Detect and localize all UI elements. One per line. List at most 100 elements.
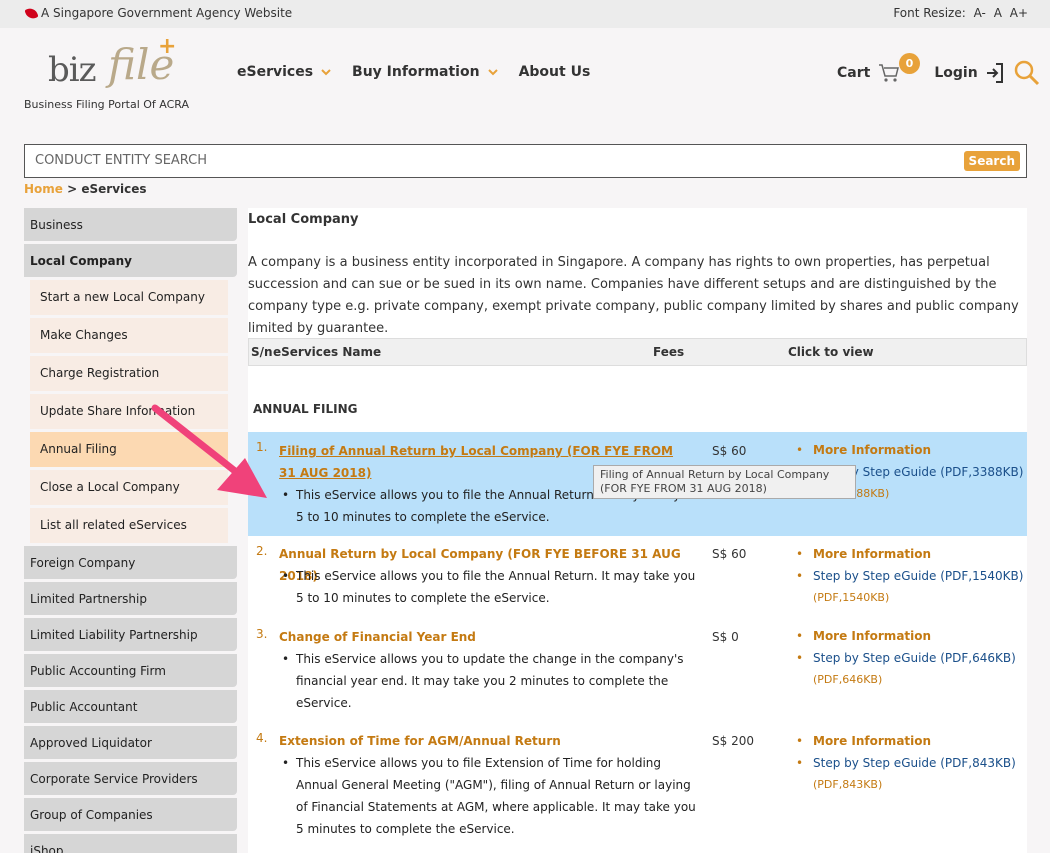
eservice-row: 2. Annual Return by Local Company (FOR F… bbox=[248, 542, 1027, 622]
more-info-link[interactable]: More Information bbox=[813, 547, 931, 561]
bullet-icon: • bbox=[796, 443, 804, 457]
font-resize-label: Font Resize: bbox=[893, 6, 966, 20]
row-number: 3. bbox=[256, 627, 268, 641]
cart-count-badge: 0 bbox=[899, 53, 920, 74]
search-button[interactable]: Search bbox=[963, 151, 1020, 171]
eservice-row: 3. Change of Financial Year End This eSe… bbox=[248, 625, 1027, 721]
nav-about-us[interactable]: About Us bbox=[519, 64, 591, 80]
login-icon bbox=[986, 63, 1003, 83]
sidebar-item-foreign-company[interactable]: Foreign Company bbox=[24, 546, 237, 579]
font-resize: Font Resize: A- A A+ bbox=[889, 6, 1028, 20]
nav-eservices[interactable]: eServices bbox=[237, 64, 331, 80]
row-number: 4. bbox=[256, 731, 268, 745]
gov-banner: A Singapore Government Agency Website Fo… bbox=[0, 0, 1050, 28]
nav-buy-information-label: Buy Information bbox=[352, 64, 480, 80]
cart-icon bbox=[879, 64, 900, 82]
eservices-table-header: S/n eServices Name Fees Click to view bbox=[248, 338, 1027, 366]
breadcrumb-current: eServices bbox=[81, 182, 147, 196]
gov-notice: A Singapore Government Agency Website bbox=[24, 5, 293, 21]
eservice-link[interactable]: Extension of Time for AGM/Annual Return bbox=[279, 730, 689, 752]
sidebar-item-csp[interactable]: Corporate Service Providers bbox=[24, 762, 237, 795]
eservice-links: • More Information • Step by Step eGuide (… bbox=[796, 625, 1026, 691]
bullet-icon: • bbox=[796, 547, 804, 561]
logo-plus-text: + bbox=[158, 34, 177, 59]
nav-eservices-label: eServices bbox=[237, 64, 314, 80]
tagline: Business Filing Portal Of ACRA bbox=[24, 98, 190, 111]
entity-search-input[interactable] bbox=[25, 145, 925, 175]
page-title: Local Company bbox=[248, 212, 359, 227]
sidebar-item-business[interactable]: Business bbox=[24, 208, 237, 241]
entity-search-bar: Search bbox=[24, 144, 1027, 178]
bullet-icon: • bbox=[796, 756, 804, 770]
main-content: Local Company A company is a business en… bbox=[248, 208, 1027, 853]
user-nav: Cart 0 Login bbox=[837, 53, 1040, 88]
annotation-arrow-icon bbox=[151, 404, 267, 498]
cart-button[interactable]: Cart 0 bbox=[837, 53, 920, 83]
bizfile-logo[interactable]: file biz + bbox=[24, 34, 184, 98]
more-info-link[interactable]: More Information bbox=[813, 734, 931, 748]
search-icon[interactable] bbox=[1014, 60, 1040, 86]
sidebar: Business Local Company Start a new Local… bbox=[24, 208, 238, 853]
sidebar-item-llp[interactable]: Limited Liability Partnership bbox=[24, 618, 237, 651]
eservice-fee: S$ 60 bbox=[712, 444, 747, 458]
eguide-size: (PDF,843KB) bbox=[813, 778, 883, 791]
eguide-link[interactable]: Step by Step eGuide (PDF,646KB) bbox=[813, 651, 1016, 665]
logo-biz-text: biz bbox=[48, 50, 97, 90]
eguide-link[interactable]: Step by Step eGuide (PDF,843KB) bbox=[813, 756, 1016, 770]
sidebar-subitem-start-new[interactable]: Start a new Local Company bbox=[30, 280, 228, 315]
chevron-down-icon bbox=[487, 66, 498, 79]
cart-label: Cart bbox=[837, 65, 871, 81]
sidebar-subitem-make-changes[interactable]: Make Changes bbox=[30, 318, 228, 353]
col-fees: Fees bbox=[653, 345, 685, 359]
sidebar-item-public-accounting-firm[interactable]: Public Accounting Firm bbox=[24, 654, 237, 687]
breadcrumb-home[interactable]: Home bbox=[24, 182, 63, 196]
eguide-size: (PDF,646KB) bbox=[813, 673, 883, 686]
eservice-description: This eService allows you to file the Ann… bbox=[282, 565, 706, 609]
nav-about-us-label: About Us bbox=[518, 64, 591, 80]
sidebar-item-approved-liquidator[interactable]: Approved Liquidator bbox=[24, 726, 237, 759]
more-info-link[interactable]: More Information bbox=[813, 629, 931, 643]
gov-notice-text: A Singapore Government Agency Website bbox=[41, 6, 293, 20]
eservice-fee: S$ 0 bbox=[712, 630, 739, 644]
breadcrumb-separator: > bbox=[67, 182, 78, 196]
font-increase-button[interactable]: A+ bbox=[1010, 6, 1028, 20]
eservice-fee: S$ 60 bbox=[712, 547, 747, 561]
eguide-link[interactable]: Step by Step eGuide (PDF,1540KB) bbox=[813, 569, 1023, 583]
col-sn: S/n bbox=[251, 345, 273, 359]
eservice-fee: S$ 200 bbox=[712, 734, 754, 748]
eservice-description: This eService allows you to file Extensi… bbox=[282, 752, 706, 840]
chevron-down-icon bbox=[321, 66, 331, 79]
sidebar-item-ishop[interactable]: iShop bbox=[24, 834, 237, 853]
col-view: Click to view bbox=[788, 345, 874, 359]
eguide-size: (PDF,1540KB) bbox=[813, 591, 890, 604]
login-button[interactable]: Login bbox=[934, 63, 1003, 83]
sidebar-item-limited-partnership[interactable]: Limited Partnership bbox=[24, 582, 237, 615]
login-label: Login bbox=[934, 65, 978, 81]
main-nav: eServices Buy Information About Us bbox=[237, 64, 611, 80]
nav-buy-information[interactable]: Buy Information bbox=[352, 64, 498, 80]
bullet-icon: • bbox=[796, 651, 804, 665]
link-tooltip: Filing of Annual Return by Local Company… bbox=[593, 465, 856, 499]
bullet-icon: • bbox=[796, 569, 804, 583]
row-number: 2. bbox=[256, 544, 268, 558]
eservice-row: 4. Extension of Time for AGM/Annual Retu… bbox=[248, 729, 1027, 853]
sidebar-item-group-of-companies[interactable]: Group of Companies bbox=[24, 798, 237, 831]
sidebar-subitem-list-all[interactable]: List all related eServices bbox=[30, 508, 228, 543]
eservice-links: • More Information • Step by Step eGuide (… bbox=[796, 730, 1026, 796]
breadcrumb: Home > eServices bbox=[24, 182, 147, 196]
bullet-icon: • bbox=[796, 629, 804, 643]
site-header: file biz + Business Filing Portal Of ACR… bbox=[0, 28, 1050, 183]
more-info-link[interactable]: More Information bbox=[813, 443, 931, 457]
col-name: eServices Name bbox=[273, 345, 382, 359]
eservice-description: This eService allows you to update the c… bbox=[282, 648, 706, 714]
font-decrease-button[interactable]: A- bbox=[974, 6, 986, 20]
bullet-icon: • bbox=[796, 734, 804, 748]
sidebar-item-public-accountant[interactable]: Public Accountant bbox=[24, 690, 237, 723]
eservice-links: • More Information • Step by Step eGuide (… bbox=[796, 543, 1026, 609]
font-reset-button[interactable]: A bbox=[994, 6, 1002, 20]
sidebar-item-local-company[interactable]: Local Company bbox=[24, 244, 237, 277]
sidebar-subitem-charge-registration[interactable]: Charge Registration bbox=[30, 356, 228, 391]
eservice-link[interactable]: Change of Financial Year End bbox=[279, 626, 689, 648]
intro-text: A company is a business entity incorpora… bbox=[248, 255, 1019, 336]
lion-head-icon bbox=[24, 5, 39, 21]
